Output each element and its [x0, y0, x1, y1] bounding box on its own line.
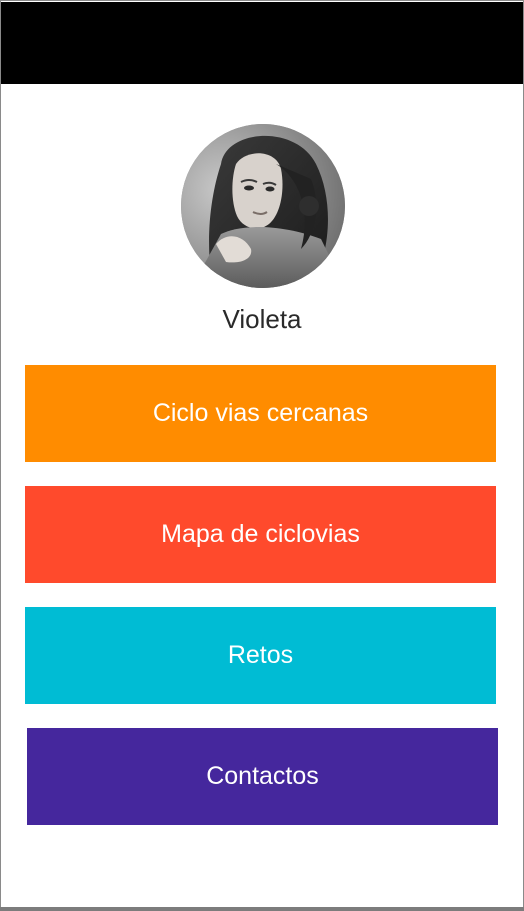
- nearby-bike-lanes-label: Ciclo vias cercanas: [152, 399, 369, 427]
- user-name: Violeta: [222, 304, 302, 334]
- challenges-button[interactable]: Retos: [25, 607, 496, 704]
- contacts-button[interactable]: Contactos: [27, 728, 498, 825]
- avatar-photo: [181, 124, 345, 288]
- challenges-label: Retos: [227, 641, 294, 669]
- contacts-label: Contactos: [206, 762, 319, 790]
- bottom-edge: [0, 907, 524, 911]
- nearby-bike-lanes-button[interactable]: Ciclo vias cercanas: [25, 365, 496, 462]
- avatar: [181, 124, 345, 288]
- bike-lanes-map-label: Mapa de ciclovias: [161, 520, 360, 548]
- bike-lanes-map-button[interactable]: Mapa de ciclovias: [25, 486, 496, 583]
- status-bar: [1, 2, 523, 84]
